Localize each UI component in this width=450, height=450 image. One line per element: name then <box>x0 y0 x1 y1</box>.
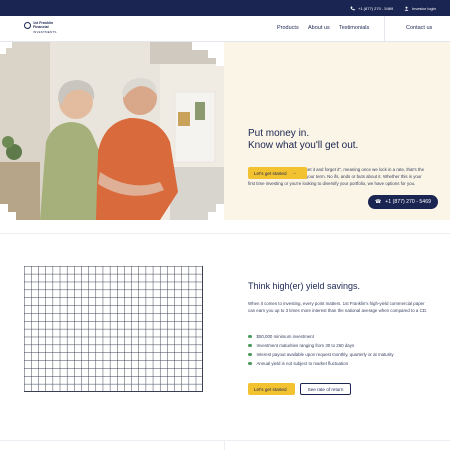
list-item: Interest payout available upon request m… <box>248 350 394 359</box>
logo-line-3: INVESTMENTS <box>33 30 57 34</box>
investor-login-link[interactable]: Investor login <box>404 0 436 16</box>
hero-title: Put money in. Know what you'll get out. <box>248 128 438 152</box>
section-divider <box>0 233 450 234</box>
savings-description: When it comes to investing, every point … <box>248 301 428 313</box>
hero-title-line-2: Know what you'll get out. <box>248 140 359 151</box>
see-rate-of-return-button[interactable]: See rate of return <box>300 383 351 395</box>
couple-dancing-image <box>0 42 224 220</box>
nav-divider <box>384 16 385 42</box>
nav-item-products[interactable]: Products <box>277 25 299 31</box>
logo[interactable]: 1st Franklin Financial INVESTMENTS <box>24 21 64 37</box>
call-button-label: +1 (877) 270 - 5469 <box>385 199 431 205</box>
bullet-dot-icon <box>248 343 252 348</box>
logo-line-2: Financial <box>33 25 49 29</box>
savings-feature-list: $50,000 minimum investment Investment ma… <box>248 332 394 368</box>
feature-text: Investment maturities ranging from 30 to… <box>256 343 355 348</box>
nav-item-contact-us[interactable]: Contact us <box>406 25 432 31</box>
arrow-right-icon: → <box>291 170 297 176</box>
user-icon <box>404 6 409 11</box>
savings-get-started-button[interactable]: Let's get started <box>248 383 295 395</box>
phone-link[interactable]: +1 (877) 270 - 5469 <box>350 0 393 16</box>
feature-text: Annual yield is not subject to market fl… <box>256 361 349 366</box>
feature-text: $50,000 minimum investment <box>256 334 314 339</box>
list-item: Investment maturities ranging from 30 to… <box>248 341 394 350</box>
see-rate-of-return-label: See rate of return <box>307 386 344 392</box>
logo-mark-icon <box>24 22 31 29</box>
list-item: $50,000 minimum investment <box>248 332 394 341</box>
bottom-column-divider <box>224 440 225 450</box>
phone-icon <box>350 6 355 10</box>
hero-photo <box>0 42 224 220</box>
feature-text: Interest payout available upon request m… <box>256 352 394 357</box>
hero-get-started-label: Let's get started <box>254 170 287 176</box>
phone-icon: ☎ <box>375 199 382 205</box>
call-button[interactable]: ☎ +1 (877) 270 - 5469 <box>368 195 438 209</box>
phone-text: +1 (877) 270 - 5469 <box>358 5 394 11</box>
bottom-divider <box>0 440 450 441</box>
main-nav: 1st Franklin Financial INVESTMENTS Produ… <box>0 16 450 42</box>
bullet-dot-icon <box>248 361 252 366</box>
bullet-dot-icon <box>248 352 252 357</box>
savings-title: Think high(er) yield savings. <box>248 281 361 291</box>
hero-get-started-button[interactable]: Let's get started → <box>248 167 307 179</box>
list-item: Annual yield is not subject to market fl… <box>248 359 394 368</box>
nav-item-testimonials[interactable]: Testimonials <box>339 25 369 31</box>
grid-illustration <box>24 266 203 392</box>
bullet-dot-icon <box>248 334 252 339</box>
savings-get-started-label: Let's get started <box>254 386 287 392</box>
investor-login-text: Investor login <box>412 5 436 11</box>
nav-item-about-us[interactable]: About us <box>308 25 330 31</box>
utility-bar: +1 (877) 270 - 5469 Investor login <box>0 0 450 16</box>
hero-section: Put money in. Know what you'll get out. … <box>0 42 450 220</box>
hero-title-line-1: Put money in. <box>248 128 310 139</box>
